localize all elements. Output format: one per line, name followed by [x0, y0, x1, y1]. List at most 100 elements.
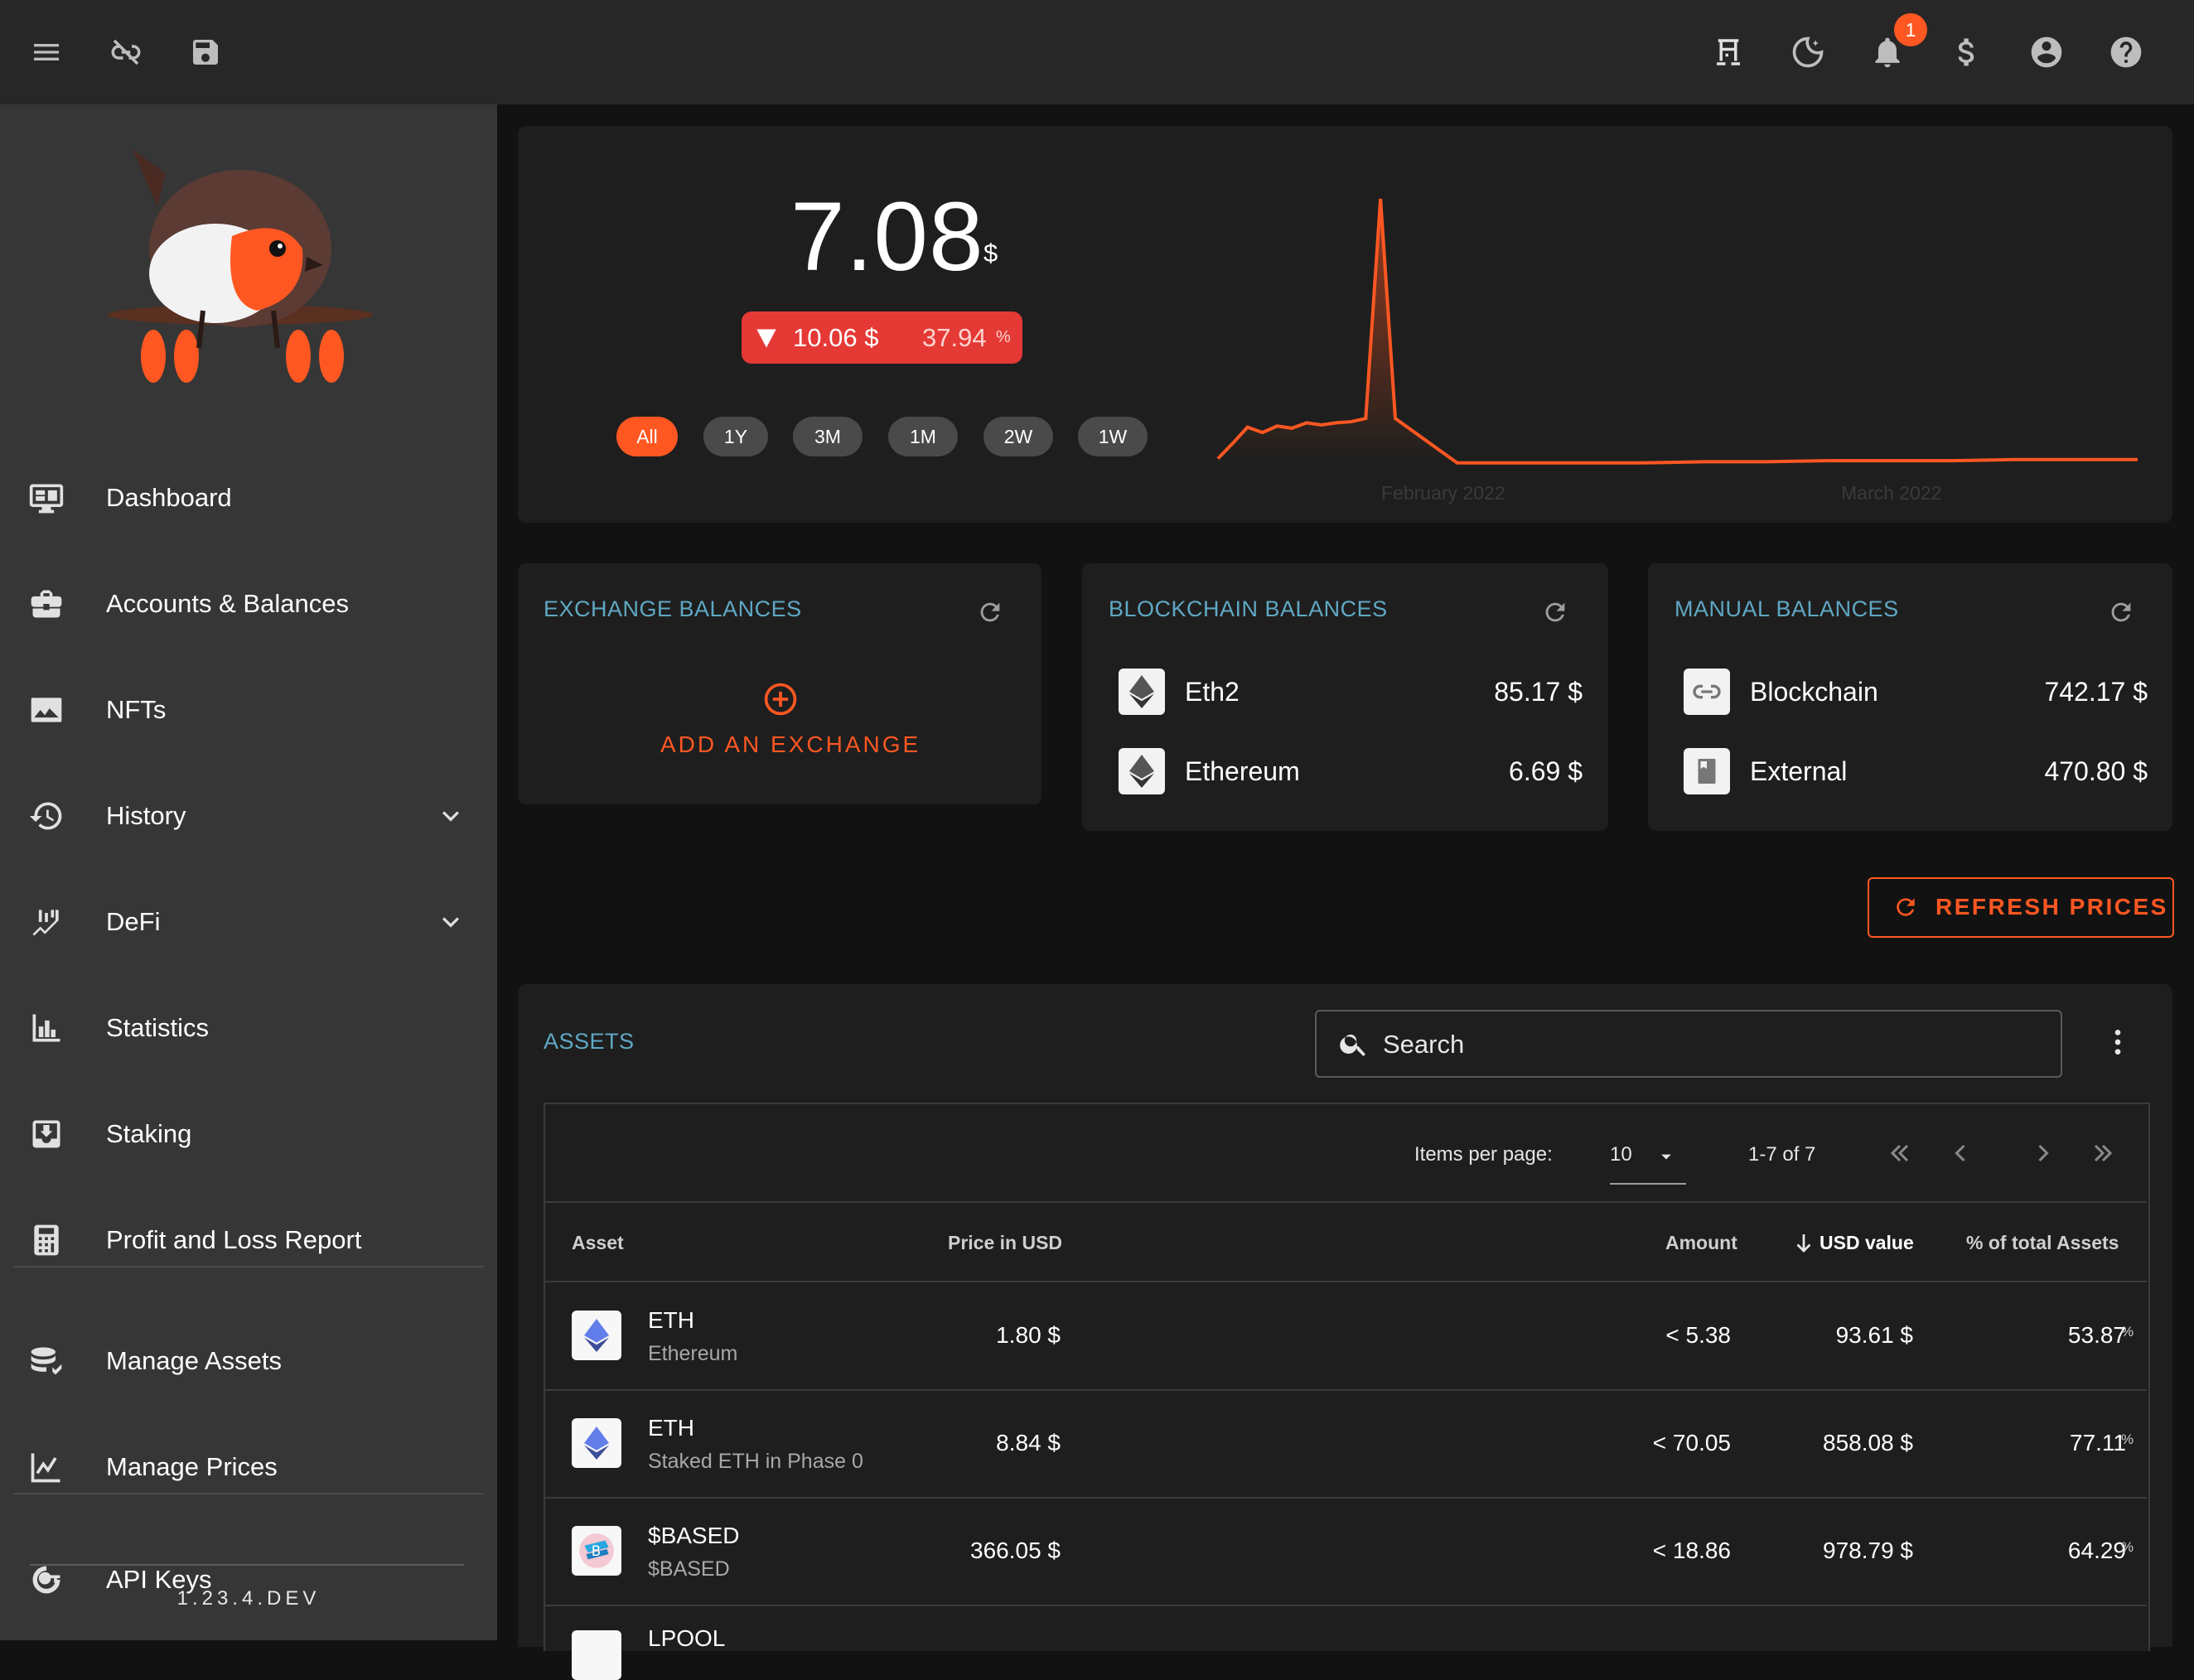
sidebar-item-staking[interactable]: Staking [0, 1089, 497, 1180]
sidebar-item-label: Dashboard [106, 483, 232, 512]
save-icon[interactable] [179, 26, 232, 79]
column-header-asset[interactable]: Asset [572, 1232, 624, 1254]
previous-page-icon[interactable] [1945, 1138, 1975, 1168]
refresh-prices-button[interactable]: REFRESH PRICES [1868, 877, 2174, 938]
asset-usd-value: 93.61 $ [1835, 1322, 1913, 1348]
balance-change-badge: 10.06 $ 37.94 % [742, 311, 1022, 364]
history-icon [27, 796, 66, 836]
next-page-icon[interactable] [2028, 1138, 2058, 1168]
more-vert-icon[interactable] [2101, 1026, 2134, 1059]
chevron-down-icon[interactable] [434, 905, 467, 939]
column-header-usd-value[interactable]: USD value [1819, 1232, 1914, 1254]
table-divider [545, 1605, 2147, 1606]
column-header-percent[interactable]: % of total Assets [1966, 1232, 2119, 1254]
asset-percent: 77.11 [2070, 1430, 2126, 1456]
column-header-amount[interactable]: Amount [1665, 1232, 1737, 1254]
help-icon[interactable] [2100, 26, 2153, 79]
link-icon [1684, 669, 1730, 715]
asset-price: 8.84 $ [996, 1430, 1061, 1456]
app-version: 1.23.4.DEV [176, 1587, 321, 1610]
add-exchange-button[interactable]: ADD AN EXCHANGE [660, 731, 921, 758]
asset-name: $BASED [648, 1557, 730, 1581]
eth-icon [1119, 748, 1165, 794]
version-divider [30, 1564, 464, 1566]
sidebar-item-label: Profit and Loss Report [106, 1225, 362, 1254]
menu-icon[interactable] [20, 26, 73, 79]
link-off-icon[interactable] [99, 26, 152, 79]
sidebar-item-api-keys[interactable]: API Keys [0, 1534, 497, 1625]
sidebar-item-profit-loss[interactable]: Profit and Loss Report [0, 1195, 497, 1286]
sidebar-item-defi[interactable]: DeFi [0, 876, 497, 968]
based-icon: B [572, 1526, 621, 1576]
robin-logo [108, 124, 381, 414]
change-amount: 10.06 $ [793, 323, 879, 352]
range-button-1m[interactable]: 1M [888, 417, 958, 456]
sidebar-item-nfts[interactable]: NFTs [0, 664, 497, 756]
last-page-icon[interactable] [2088, 1138, 2118, 1168]
asset-percent: 64.29 [2067, 1538, 2126, 1563]
theme-icon[interactable] [1781, 26, 1834, 79]
range-button-2w[interactable]: 2W [983, 417, 1053, 456]
calculator-icon [27, 1220, 66, 1260]
refresh-icon[interactable] [2107, 598, 2135, 626]
sidebar-item-statistics[interactable]: Statistics [0, 982, 497, 1074]
range-button-3m[interactable]: 3M [793, 417, 863, 456]
token-icon [572, 1630, 621, 1680]
first-page-icon[interactable] [1885, 1138, 1915, 1168]
asset-symbol: $BASED [648, 1523, 740, 1548]
range-button-1w[interactable]: 1W [1078, 417, 1148, 456]
sidebar-item-dashboard[interactable]: Dashboard [0, 452, 497, 543]
items-per-page-label: Items per page: [1414, 1143, 1553, 1166]
add-circle-icon[interactable] [762, 681, 799, 717]
balance-name: Eth2 [1185, 677, 1240, 707]
sidebar-item-label: Accounts & Balances [106, 589, 349, 618]
sidebar-item-label: History [106, 801, 186, 830]
balance-row[interactable]: Ethereum 6.69 $ [1119, 745, 1583, 798]
dollar-icon[interactable] [1940, 26, 1993, 79]
asset-usd-value: 858.08 $ [1823, 1430, 1913, 1456]
lamp-icon[interactable] [1702, 26, 1755, 79]
inbox-icon [27, 1114, 66, 1154]
sidebar-item-manage-prices[interactable]: Manage Prices [0, 1422, 497, 1513]
chevron-down-icon[interactable] [434, 799, 467, 833]
sort-arrow-down-icon[interactable] [1791, 1230, 1816, 1255]
balance-value: 6.69 $ [1509, 756, 1583, 786]
monitor-icon [27, 478, 66, 518]
balance-name: Ethereum [1185, 756, 1300, 786]
svg-text:B: B [592, 1543, 601, 1559]
manual-balances-title: MANUAL BALANCES [1674, 596, 1899, 621]
change-percent: 37.94 [922, 323, 987, 352]
items-per-page-value: 10 [1610, 1143, 1632, 1166]
change-percent-symbol: % [996, 328, 1011, 346]
sidebar-item-manage-assets[interactable]: Manage Assets [0, 1316, 497, 1407]
search-input[interactable]: Search [1315, 1010, 2062, 1078]
refresh-icon[interactable] [976, 598, 1004, 626]
asset-amount: < 5.38 [1665, 1322, 1731, 1348]
asset-amount: < 70.05 [1652, 1430, 1731, 1456]
asset-symbol: ETH [648, 1307, 694, 1333]
balance-row[interactable]: External 470.80 $ [1684, 745, 2148, 798]
items-per-page-select[interactable]: 10 [1610, 1137, 1686, 1185]
asset-percent: 53.87 [2067, 1322, 2126, 1348]
sidebar-item-label: Manage Assets [106, 1346, 282, 1375]
balance-value: 742.17 $ [2044, 677, 2148, 707]
navigation-drawer: Dashboard Accounts & Balances NFTs Histo… [0, 104, 497, 1640]
sidebar-item-accounts[interactable]: Accounts & Balances [0, 558, 497, 649]
refresh-icon[interactable] [1541, 598, 1569, 626]
table-divider [545, 1497, 2147, 1499]
sidebar-item-label: DeFi [106, 907, 161, 936]
nav-divider [13, 1266, 484, 1267]
search-placeholder: Search [1383, 1030, 1465, 1059]
sidebar-item-history[interactable]: History [0, 770, 497, 862]
range-button-all[interactable]: All [616, 417, 678, 456]
sidebar-item-label: NFTs [106, 695, 167, 724]
column-header-price[interactable]: Price in USD [948, 1232, 1062, 1254]
top-app-bar: 1 [0, 0, 2194, 104]
account-icon[interactable] [2020, 26, 2073, 79]
balance-row[interactable]: Eth2 85.17 $ [1119, 665, 1583, 718]
balance-row[interactable]: Blockchain 742.17 $ [1684, 665, 2148, 718]
eth-icon [572, 1311, 621, 1360]
assets-title: ASSETS [544, 1029, 635, 1054]
percent-symbol: % [2121, 1324, 2134, 1340]
range-button-1y[interactable]: 1Y [703, 417, 768, 456]
